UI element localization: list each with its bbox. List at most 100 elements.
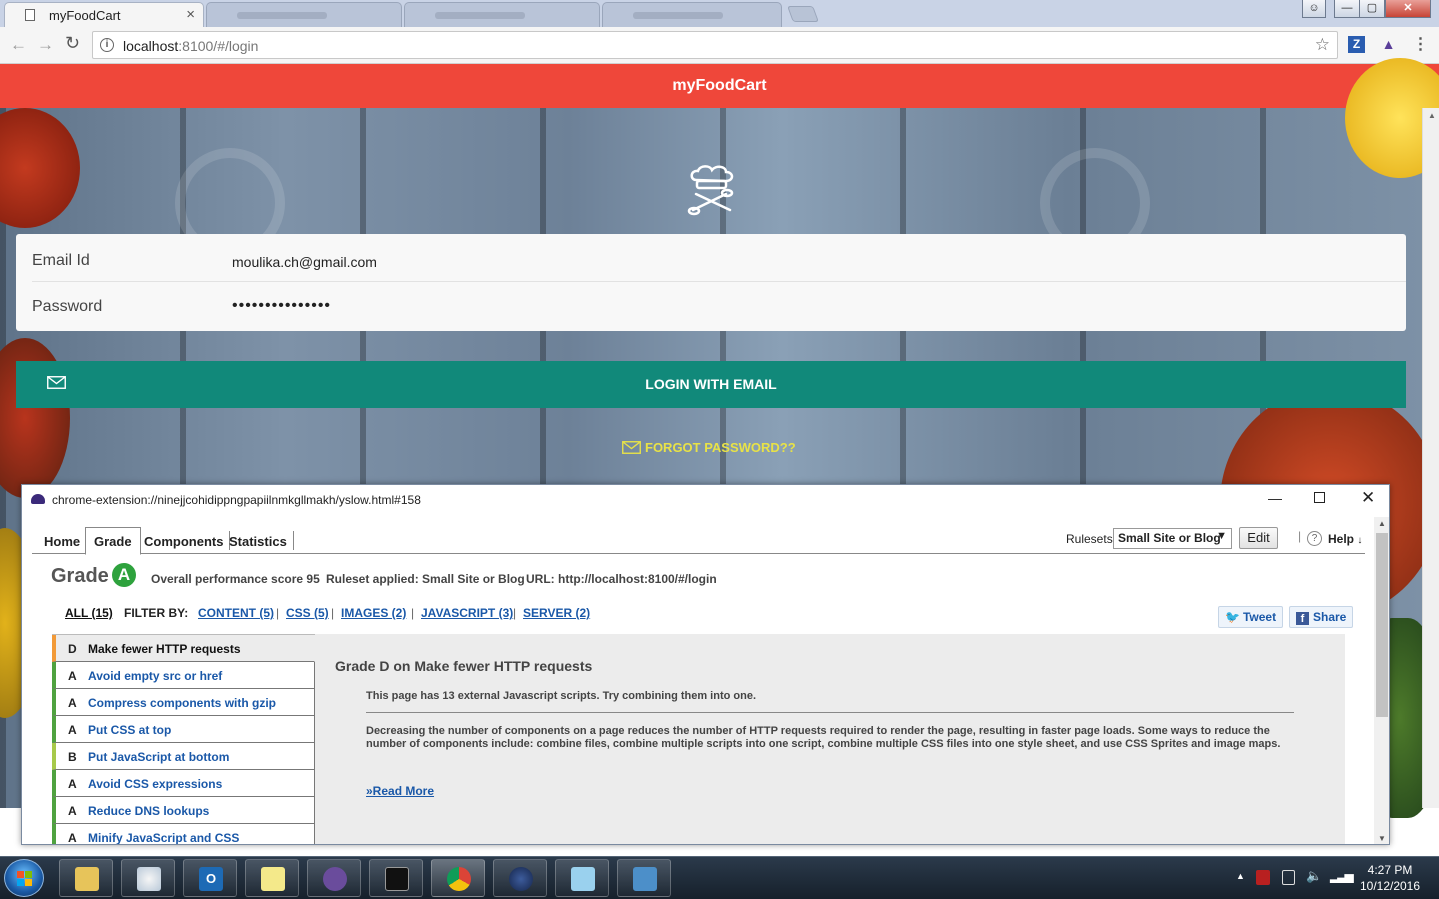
filter-server[interactable]: SERVER (2) (523, 606, 590, 620)
filter-separator: | (331, 606, 335, 620)
rule-item[interactable]: A Avoid empty src or href (52, 662, 315, 689)
rule-title: Minify JavaScript and CSS (88, 831, 240, 845)
rulesets-label: Rulesets (1066, 532, 1113, 546)
scrollbar-thumb[interactable] (1376, 533, 1388, 717)
back-arrow-icon[interactable]: ← (10, 35, 27, 55)
tab-title-placeholder (633, 12, 723, 19)
email-input[interactable]: moulika.ch@gmail.com (232, 254, 377, 270)
terminal-icon (385, 867, 409, 891)
filter-css[interactable]: CSS (5) (286, 606, 329, 620)
filter-images[interactable]: IMAGES (2) (341, 606, 406, 620)
page-icon (25, 9, 35, 21)
tab-background[interactable] (602, 2, 782, 27)
edit-ruleset-button[interactable]: Edit (1239, 527, 1278, 549)
maximize-button[interactable]: ▢ (1359, 0, 1385, 18)
tab-background[interactable] (404, 2, 600, 27)
tab-grade[interactable]: Grade (85, 527, 141, 555)
rule-item-http-requests[interactable]: D Make fewer HTTP requests (52, 635, 315, 662)
yslow-logo-icon (31, 494, 45, 504)
show-hidden-icons-button[interactable]: ▲ (1236, 871, 1245, 881)
info-icon[interactable]: i (100, 38, 114, 52)
popup-close-button[interactable]: ✕ (1361, 488, 1375, 508)
browser-tab-strip: myFoodCart × ☺ — ▢ ✕ (0, 0, 1439, 27)
browser-toolbar: ← → ↻ i localhost:8100/#/login ☆ Z ▲ ⋮ (0, 27, 1439, 64)
tab-components[interactable]: Components (138, 531, 231, 550)
taskbar-cmd[interactable] (369, 859, 423, 897)
page-scrollbar[interactable]: ▲ (1422, 108, 1439, 808)
mail-icon (622, 441, 641, 454)
url-text[interactable]: localhost:8100/#/login (123, 38, 258, 54)
scroll-up-arrow-icon[interactable]: ▲ (1428, 111, 1436, 120)
share-button[interactable]: f Share (1289, 606, 1354, 628)
volume-icon[interactable]: 🔈 (1306, 868, 1322, 884)
forward-arrow-icon[interactable]: → (37, 35, 54, 55)
chrome-menu-icon[interactable]: ⋮ (1412, 36, 1429, 53)
taskbar-screenshot[interactable] (617, 859, 671, 897)
tab-close-icon[interactable]: × (186, 6, 195, 23)
filter-content[interactable]: CONTENT (5) (198, 606, 274, 620)
taskbar-notepad[interactable] (555, 859, 609, 897)
rule-item[interactable]: A Compress components with gzip (52, 689, 315, 716)
chrome-icon (447, 867, 471, 891)
toolbar-divider: | (1298, 529, 1302, 543)
device-icon[interactable] (1282, 870, 1295, 885)
help-question-icon[interactable]: ? (1307, 531, 1322, 546)
grade-summary: Grade A Overall performance score 95 Rul… (51, 563, 1251, 591)
popup-minimize-button[interactable]: — (1268, 490, 1282, 506)
scroll-up-arrow-icon[interactable]: ▲ (1378, 519, 1386, 528)
taskbar-explorer[interactable] (59, 859, 113, 897)
zotero-extension-icon[interactable]: Z (1348, 36, 1365, 53)
tweet-button[interactable]: 🐦 Tweet (1218, 606, 1284, 628)
detail-body: Decreasing the number of components on a… (366, 725, 1281, 750)
rule-grade: A (68, 669, 77, 683)
rule-title: Compress components with gzip (88, 696, 277, 710)
taskbar-speed-app[interactable] (493, 859, 547, 897)
start-button[interactable] (4, 859, 44, 897)
taskbar-outlook[interactable]: O (183, 859, 237, 897)
tab-statistics[interactable]: Statistics (223, 531, 294, 550)
tab-myfoodcart[interactable]: myFoodCart × (4, 2, 204, 27)
filter-javascript[interactable]: JAVASCRIPT (3) (421, 606, 513, 620)
taskbar-sticky-notes[interactable] (245, 859, 299, 897)
app-title: myFoodCart (672, 77, 767, 94)
minimize-button[interactable]: — (1334, 0, 1360, 18)
reload-icon[interactable]: ↻ (65, 33, 80, 54)
system-clock[interactable]: 4:27 PM 10/12/2016 (1355, 862, 1425, 894)
taskbar-github[interactable] (307, 859, 361, 897)
rule-item[interactable]: A Minify JavaScript and CSS (52, 824, 315, 845)
close-window-button[interactable]: ✕ (1385, 0, 1431, 18)
new-tab-button[interactable] (787, 6, 819, 22)
password-label: Password (32, 298, 103, 315)
bookmark-star-icon[interactable]: ☆ (1315, 35, 1330, 55)
rule-item[interactable]: B Put JavaScript at bottom (52, 743, 315, 770)
address-bar[interactable]: i localhost:8100/#/login ☆ (92, 31, 1338, 59)
profile-button[interactable]: ☺ (1302, 0, 1326, 18)
rule-item[interactable]: A Avoid CSS expressions (52, 770, 315, 797)
tab-home[interactable]: Home (38, 531, 88, 550)
yslow-extension-icon[interactable]: ▲ (1380, 36, 1397, 53)
analyzed-url: URL: http://localhost:8100/#/login (526, 572, 717, 586)
read-more-link[interactable]: »Read More (366, 784, 434, 798)
filter-all[interactable]: ALL (15) (65, 606, 113, 620)
network-icon[interactable]: ▂▃▅ (1330, 869, 1354, 883)
clock-time: 4:27 PM (1367, 863, 1413, 877)
screen-capture-icon (633, 867, 657, 891)
login-with-email-button[interactable]: LOGIN WITH EMAIL (16, 361, 1406, 408)
folder-icon (75, 867, 99, 891)
popup-titlebar[interactable]: chrome-extension://ninejjcohidippngpapii… (22, 485, 1389, 515)
taskbar-chrome[interactable] (431, 859, 485, 897)
rule-item[interactable]: A Reduce DNS lookups (52, 797, 315, 824)
rule-item[interactable]: A Put CSS at top (52, 716, 315, 743)
password-input[interactable]: ••••••••••••••• (232, 297, 331, 315)
rule-grade: A (68, 831, 77, 845)
taskbar-paint[interactable] (121, 859, 175, 897)
security-shield-icon[interactable] (1256, 870, 1270, 885)
popup-scrollbar[interactable]: ▲ ▼ (1374, 517, 1389, 844)
ruleset-select[interactable]: Small Site or Blog ▼ (1113, 528, 1232, 549)
windows-logo-icon (17, 871, 32, 886)
popup-maximize-button[interactable] (1314, 492, 1325, 503)
help-link[interactable]: Help ↓ (1328, 532, 1362, 546)
forgot-password-link[interactable]: FORGOT PASSWORD?? (622, 440, 796, 455)
scroll-down-arrow-icon[interactable]: ▼ (1378, 834, 1386, 843)
tab-background[interactable] (206, 2, 402, 27)
